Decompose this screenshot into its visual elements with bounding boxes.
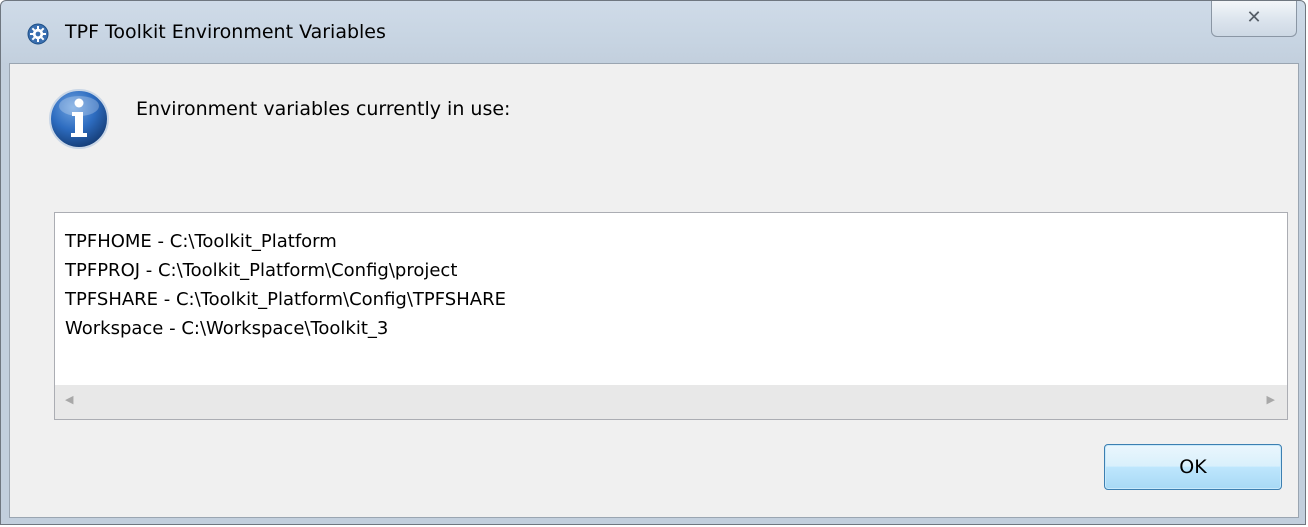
scroll-left-arrow-icon[interactable]: ◀ <box>65 394 73 405</box>
dialog-message: Environment variables currently in use: <box>136 98 511 120</box>
scroll-right-arrow-icon[interactable]: ▶ <box>1267 394 1275 405</box>
gear-icon <box>27 23 49 45</box>
window-title: TPF Toolkit Environment Variables <box>65 21 386 43</box>
list-item-workspace[interactable]: Workspace - C:\Workspace\Toolkit_3 <box>65 314 506 343</box>
info-icon <box>49 89 109 149</box>
dialog-window: TPF Toolkit Environment Variables ✕ Envi… <box>0 0 1306 525</box>
environment-variables-list[interactable]: TPFHOME - C:\Toolkit_Platform TPFPROJ - … <box>54 212 1288 420</box>
list-item-tpfshare[interactable]: TPFSHARE - C:\Toolkit_Platform\Config\TP… <box>65 285 506 314</box>
variables-list-items: TPFHOME - C:\Toolkit_Platform TPFPROJ - … <box>65 227 506 343</box>
ok-button[interactable]: OK <box>1104 444 1282 490</box>
close-icon: ✕ <box>1246 6 1262 28</box>
dialog-content: Environment variables currently in use: … <box>9 63 1299 518</box>
title-bar[interactable]: TPF Toolkit Environment Variables ✕ <box>1 1 1305 63</box>
horizontal-scrollbar[interactable]: ◀ ▶ <box>55 385 1287 419</box>
list-item-tpfhome[interactable]: TPFHOME - C:\Toolkit_Platform <box>65 227 506 256</box>
close-button[interactable]: ✕ <box>1211 1 1297 37</box>
list-item-tpfproj[interactable]: TPFPROJ - C:\Toolkit_Platform\Config\pro… <box>65 256 506 285</box>
